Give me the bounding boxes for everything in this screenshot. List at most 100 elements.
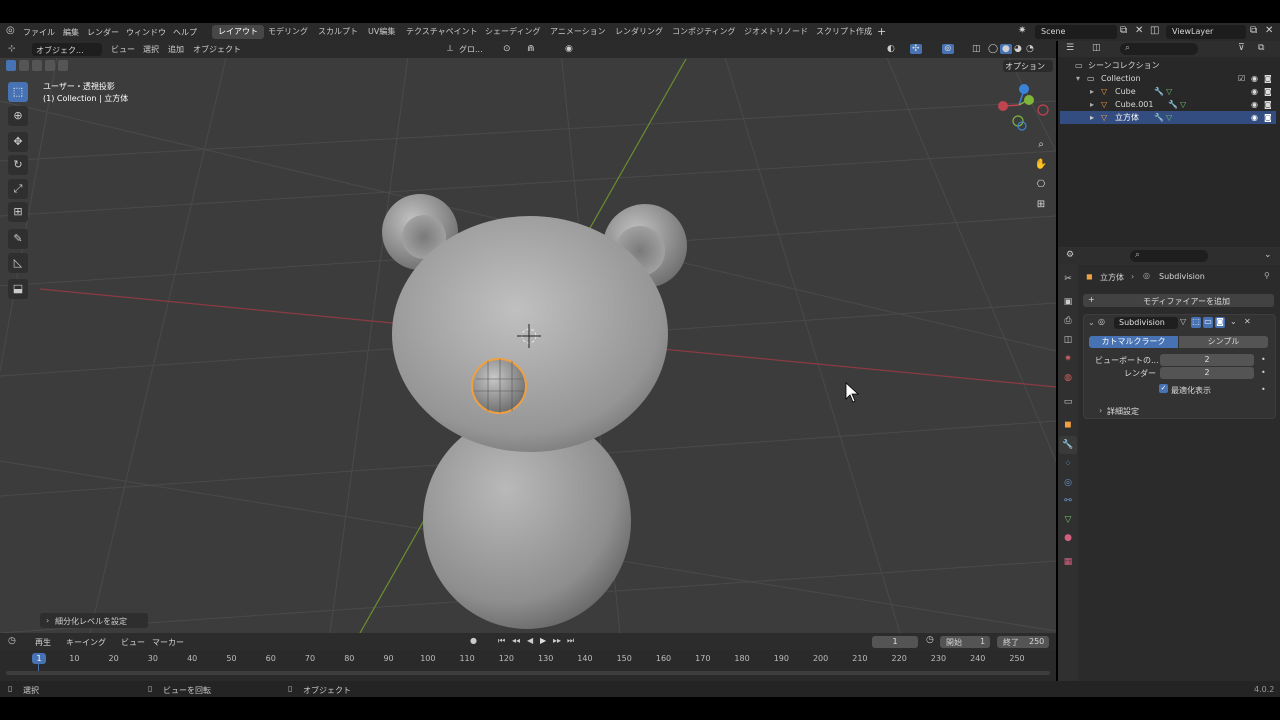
mode-selector[interactable]: オブジェク... [32, 43, 102, 56]
tab-layout[interactable]: レイアウト [212, 25, 264, 39]
camera-icon[interactable]: ◙ [1264, 72, 1272, 85]
record-icon[interactable]: ● [470, 636, 477, 645]
expand-chevron-icon[interactable]: ▸ [1090, 98, 1094, 111]
keyframe-dot-icon[interactable]: • [1261, 368, 1266, 377]
solid-shading-icon[interactable]: ● [1000, 44, 1012, 54]
expand-chevron-icon[interactable]: ▸ [1090, 111, 1094, 124]
editor-type-icon[interactable]: ⊹ [8, 44, 16, 54]
menu-help[interactable]: ヘルプ [173, 27, 197, 38]
constraints-tab-icon[interactable]: ⚯ [1059, 492, 1077, 510]
blender-logo-icon[interactable]: ◎ [6, 25, 15, 36]
current-frame-field[interactable]: 1 [872, 636, 918, 648]
outliner-object-cube-001[interactable]: ▸ ▽ Cube.001 🔧 ▽ ◉ ◙ [1060, 98, 1276, 111]
menu-view[interactable]: ビュー [111, 44, 135, 55]
menu-playback[interactable]: 再生 [35, 637, 51, 648]
overlay-toggle-icon[interactable]: ⊚ [942, 44, 954, 54]
measure-tool[interactable]: ◺ [8, 253, 28, 273]
orientation-selector[interactable]: グロ... [459, 44, 483, 55]
tab-shading[interactable]: シェーディング [479, 25, 546, 39]
proportional-edit-icon[interactable]: ◉ [565, 44, 573, 54]
new-collection-icon[interactable]: ⧉ [1258, 43, 1264, 53]
play-icon[interactable]: ▶ [540, 636, 546, 645]
catmull-clark-button[interactable]: カトマルクラーク [1089, 336, 1178, 348]
tab-animation[interactable]: アニメーション [544, 25, 612, 39]
texture-tab-icon[interactable]: ▦ [1059, 553, 1077, 571]
remove-modifier-icon[interactable]: ✕ [1244, 317, 1251, 326]
add-workspace-button[interactable]: + [877, 25, 886, 38]
move-tool[interactable]: ✥ [8, 132, 28, 152]
pivot-icon[interactable]: ⊙ [503, 44, 511, 54]
material-tab-icon[interactable]: ● [1059, 529, 1077, 547]
select-extend-icon[interactable] [19, 60, 29, 71]
copy-view-layer-icon[interactable]: ⧉ [1250, 25, 1257, 36]
menu-keying[interactable]: キーイング [66, 637, 106, 648]
outliner-scene-collection[interactable]: ▭ シーンコレクション [1060, 59, 1276, 72]
cursor-tool[interactable]: ⊕ [8, 106, 28, 126]
keyframe-dot-icon[interactable]: • [1261, 355, 1266, 364]
render-tab-icon[interactable]: ▣ [1059, 293, 1077, 311]
menu-render[interactable]: レンダー [87, 27, 119, 38]
collapse-chevron-icon[interactable]: ⌄ [1088, 318, 1095, 327]
copy-scene-icon[interactable]: ⧉ [1120, 25, 1127, 36]
transform-orientation-icon[interactable]: ⟂ [447, 44, 453, 54]
zoom-icon[interactable]: ⌕ [1032, 136, 1050, 154]
menu-object[interactable]: オブジェクト [193, 44, 241, 55]
select-new-icon[interactable] [6, 60, 16, 71]
tab-texture-paint[interactable]: テクスチャペイント [400, 25, 484, 39]
camera-icon[interactable]: ◙ [1264, 98, 1272, 111]
optimal-display-checkbox[interactable]: ✓ [1159, 384, 1168, 393]
tab-modeling[interactable]: モデリング [262, 25, 314, 39]
world-tab-icon[interactable]: ◍ [1059, 369, 1077, 387]
3d-viewport[interactable] [0, 41, 1056, 633]
jump-start-icon[interactable]: ⏮ [498, 636, 505, 646]
outliner-search-input[interactable]: ⌕ [1120, 43, 1198, 55]
eye-icon[interactable]: ◉ [1251, 72, 1258, 85]
render-levels-field[interactable]: 2 [1160, 367, 1254, 379]
simple-button[interactable]: シンプル [1179, 336, 1268, 348]
add-cube-tool[interactable]: ⬓ [8, 279, 28, 299]
properties-editor-icon[interactable]: ⚙ [1066, 250, 1074, 260]
expand-chevron-icon[interactable]: ▸ [1090, 85, 1094, 98]
next-keyframe-icon[interactable]: ▸▸ [553, 636, 561, 645]
properties-search-input[interactable]: ⌕ [1130, 250, 1208, 262]
camera-icon[interactable]: ◙ [1264, 111, 1272, 124]
options-dropdown[interactable]: オプション [1003, 60, 1053, 72]
tab-geometry-nodes[interactable]: ジオメトリノード [738, 25, 814, 39]
wireframe-shading-icon[interactable]: ◯ [988, 44, 998, 54]
pin-icon[interactable]: ⚲ [1264, 271, 1270, 280]
pan-hand-icon[interactable]: ✋ [1032, 156, 1050, 174]
data-tab-icon[interactable]: ▽ [1059, 511, 1077, 529]
last-operator-panel[interactable]: › 細分化レベルを設定 [40, 613, 148, 628]
tab-sculpt[interactable]: スカルプト [312, 25, 364, 39]
scale-tool[interactable]: ⤢ [8, 179, 28, 199]
advanced-chevron-icon[interactable]: › [1099, 406, 1102, 415]
modifier-tab-icon[interactable]: 🔧 [1059, 436, 1077, 454]
menu-timeline-view[interactable]: ビュー [121, 637, 145, 648]
outliner-editor-icon[interactable]: ☰ [1066, 43, 1074, 53]
scene-tab-icon[interactable]: ✷ [1059, 350, 1077, 368]
jump-end-icon[interactable]: ⏭ [567, 636, 574, 646]
view-layer-tab-icon[interactable]: ◫ [1059, 331, 1077, 349]
select-box-tool[interactable]: ⬚ [8, 82, 28, 102]
prev-keyframe-icon[interactable]: ◂◂ [512, 636, 520, 645]
outliner-object-cube[interactable]: ▸ ▽ Cube 🔧 ▽ ◉ ◙ [1060, 85, 1276, 98]
on-cage-icon[interactable]: ⬚ [1191, 317, 1201, 328]
collapse-chevron-icon[interactable]: ▾ [1076, 72, 1080, 85]
preview-range-icon[interactable]: ◷ [926, 635, 934, 645]
display-mode-icon[interactable]: ◫ [1092, 43, 1101, 53]
outliner-collection[interactable]: ▾ ▭ Collection ☑ ◉ ◙ [1060, 72, 1276, 85]
timeline-scrollbar[interactable] [6, 671, 1050, 675]
gizmo-toggle-icon[interactable]: ✣ [910, 44, 922, 54]
xray-toggle-icon[interactable]: ◫ [972, 44, 981, 54]
perspective-toggle-icon[interactable]: ⊞ [1032, 196, 1050, 214]
outliner-object-cube-jp[interactable]: ▸ ▽ 立方体 🔧 ▽ ◉ ◙ [1060, 111, 1276, 124]
menu-select[interactable]: 選択 [143, 44, 159, 55]
navigation-gizmo[interactable] [998, 84, 1049, 131]
modifier-name-input[interactable]: Subdivision [1114, 317, 1178, 329]
annotate-tool[interactable]: ✎ [8, 229, 28, 249]
advanced-subpanel-label[interactable]: 詳細設定 [1107, 406, 1139, 417]
timeline-editor-icon[interactable]: ◷ [8, 636, 16, 646]
keyframe-dot-icon[interactable]: • [1261, 385, 1266, 394]
snap-icon[interactable]: ⋒ [527, 44, 535, 54]
camera-icon[interactable]: ◙ [1264, 85, 1272, 98]
